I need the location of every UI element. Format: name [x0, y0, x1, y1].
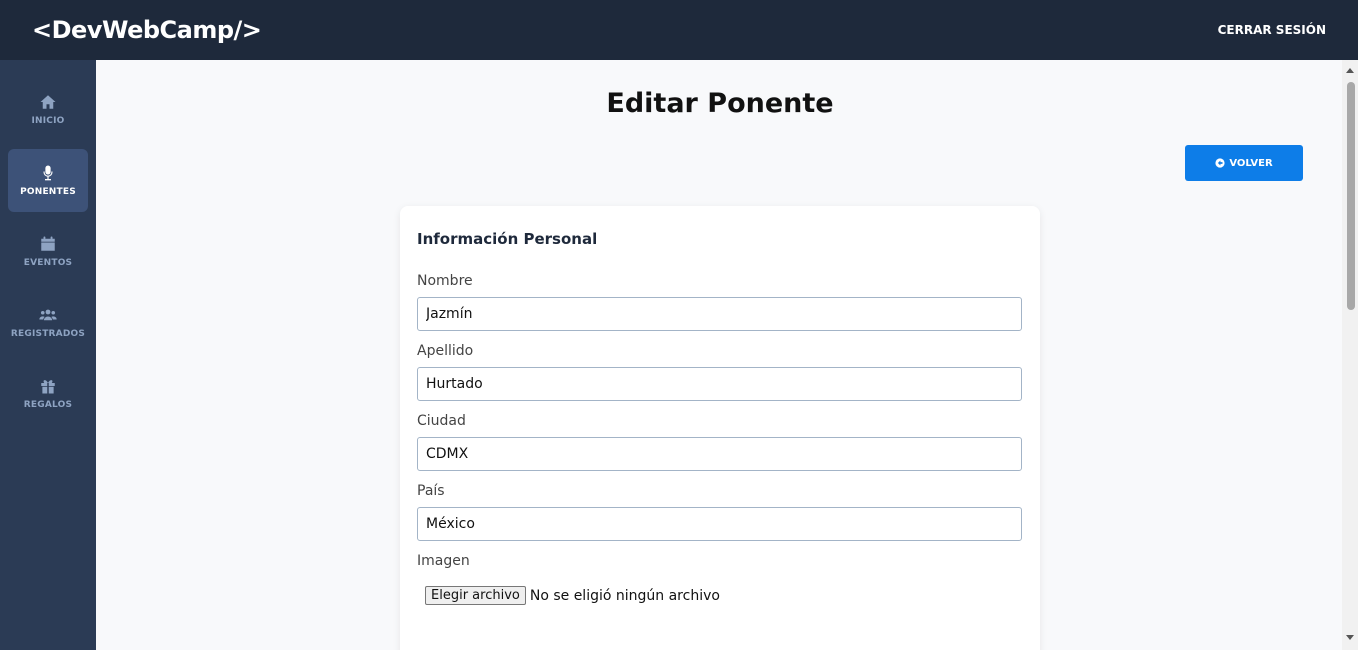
calendar-icon — [41, 236, 55, 251]
logo[interactable]: <DevWebCamp/> — [32, 16, 262, 44]
pais-label: País — [417, 483, 445, 499]
sidebar-item-inicio[interactable]: INICIO — [8, 78, 88, 141]
personal-info-card: Información Personal Nombre Apellido Ciu… — [400, 206, 1040, 650]
file-input: Elegir archivo No se eligió ningún archi… — [425, 586, 1023, 605]
nombre-field[interactable] — [417, 297, 1022, 331]
card-title: Información Personal — [417, 230, 598, 248]
arrow-left-circle-icon — [1215, 158, 1225, 168]
imagen-label: Imagen — [417, 553, 470, 569]
apellido-field[interactable] — [417, 367, 1022, 401]
scroll-up-icon[interactable] — [1346, 68, 1354, 73]
scrollbar[interactable] — [1342, 60, 1358, 650]
file-status: No se eligió ningún archivo — [529, 587, 720, 604]
sidebar-item-registrados[interactable]: REGISTRADOS — [8, 291, 88, 354]
back-button-label: VOLVER — [1229, 157, 1273, 169]
sidebar: INICIO PONENTES EVENTOS REGISTRADOS REGA… — [0, 60, 96, 650]
ciudad-field[interactable] — [417, 437, 1022, 471]
users-icon — [39, 309, 57, 321]
sidebar-item-ponentes[interactable]: PONENTES — [8, 149, 88, 212]
scroll-down-icon[interactable] — [1346, 635, 1354, 640]
sidebar-item-regalos[interactable]: REGALOS — [8, 362, 88, 425]
apellido-label: Apellido — [417, 343, 474, 359]
sidebar-item-label: REGALOS — [23, 400, 73, 410]
pais-field[interactable] — [417, 507, 1022, 541]
sidebar-item-label: EVENTOS — [23, 258, 73, 268]
logout-link[interactable]: CERRAR SESIÓN — [1218, 23, 1326, 37]
scroll-thumb[interactable] — [1347, 82, 1355, 310]
choose-file-button[interactable]: Elegir archivo — [425, 586, 526, 605]
top-bar: <DevWebCamp/> CERRAR SESIÓN — [0, 0, 1358, 60]
sidebar-item-label: PONENTES — [20, 187, 76, 197]
nombre-label: Nombre — [417, 273, 473, 289]
microphone-icon — [43, 165, 53, 181]
ciudad-label: Ciudad — [417, 413, 466, 429]
gift-icon — [41, 380, 55, 394]
main-content: Editar Ponente VOLVER Información Person… — [96, 60, 1342, 650]
sidebar-item-label: INICIO — [31, 116, 65, 126]
sidebar-item-eventos[interactable]: EVENTOS — [8, 220, 88, 283]
back-button[interactable]: VOLVER — [1185, 145, 1303, 181]
sidebar-item-label: REGISTRADOS — [10, 329, 86, 339]
page-title: Editar Ponente — [606, 88, 834, 119]
home-icon — [40, 95, 56, 109]
